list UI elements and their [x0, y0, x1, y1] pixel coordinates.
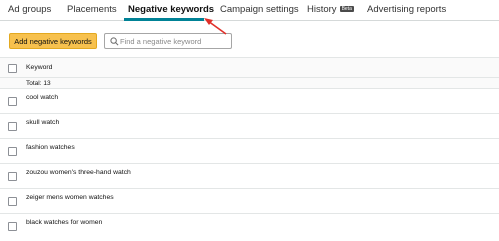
- select-all-checkbox[interactable]: [8, 64, 17, 73]
- table-row: zouzou women's three-hand watch: [0, 163, 499, 188]
- row-checkbox[interactable]: [8, 197, 17, 206]
- table-row: cool watch: [0, 88, 499, 113]
- row-checkbox[interactable]: [8, 172, 17, 181]
- search-input[interactable]: [120, 35, 228, 47]
- tab-bar: Ad groups Placements Negative keywords C…: [0, 0, 499, 21]
- negative-keywords-table: Keyword Total: 13 cool watch skull watch…: [0, 57, 499, 238]
- keyword-cell: cool watch: [26, 94, 59, 101]
- keyword-column-header[interactable]: Keyword: [26, 64, 52, 71]
- row-checkbox[interactable]: [8, 122, 17, 131]
- keyword-cell: black watches for women: [26, 219, 103, 226]
- total-row: Total: 13: [0, 77, 499, 88]
- row-checkbox[interactable]: [8, 147, 17, 156]
- row-checkbox[interactable]: [8, 97, 17, 106]
- tab-campaign-settings[interactable]: Campaign settings: [220, 4, 299, 15]
- table-row: fashion watches: [0, 138, 499, 163]
- tab-placements[interactable]: Placements: [67, 4, 117, 15]
- table-row: zeiger mens women watches: [0, 188, 499, 213]
- tab-advertising-reports[interactable]: Advertising reports: [367, 4, 446, 15]
- tab-negative-keywords[interactable]: Negative keywords: [128, 4, 214, 15]
- keyword-cell: skull watch: [26, 119, 60, 126]
- active-tab-indicator: [124, 18, 204, 21]
- row-checkbox[interactable]: [8, 222, 17, 231]
- table-row: black watches for women: [0, 213, 499, 238]
- keyword-cell: zouzou women's three-hand watch: [26, 169, 131, 176]
- add-negative-keywords-button[interactable]: Add negative keywords: [9, 33, 97, 49]
- search-icon: [110, 37, 119, 46]
- keyword-cell: fashion watches: [26, 144, 75, 151]
- tab-history[interactable]: History Beta: [307, 4, 354, 15]
- table-header-row: Keyword: [0, 57, 499, 77]
- search-box[interactable]: [104, 33, 232, 49]
- tab-ad-groups[interactable]: Ad groups: [8, 4, 51, 15]
- beta-badge: Beta: [339, 6, 354, 12]
- table-row: skull watch: [0, 113, 499, 138]
- total-count: Total: 13: [26, 80, 51, 87]
- toolbar: Add negative keywords: [0, 22, 499, 57]
- tab-history-label: History: [307, 4, 337, 15]
- keyword-cell: zeiger mens women watches: [26, 194, 114, 201]
